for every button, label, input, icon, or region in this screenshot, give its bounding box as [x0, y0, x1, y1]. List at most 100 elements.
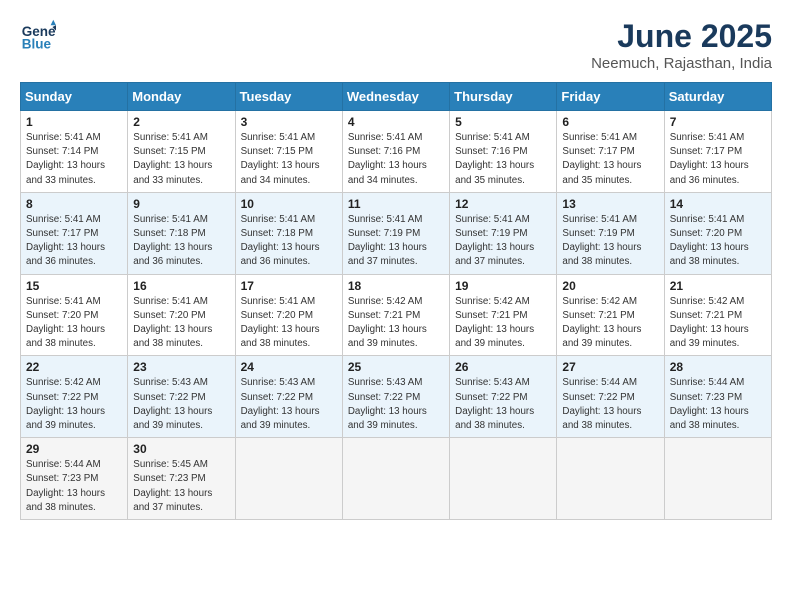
subtitle: Neemuch, Rajasthan, India: [591, 55, 772, 72]
day-number: 11: [348, 197, 444, 211]
calendar-cell: 19 Sunrise: 5:42 AM Sunset: 7:21 PM Dayli…: [450, 274, 557, 356]
day-number: 25: [348, 360, 444, 374]
day-number: 24: [241, 360, 337, 374]
calendar-cell: 21Sunrise: 5:42 AM Sunset: 7:21 PM Dayli…: [664, 274, 771, 356]
logo: General Blue: [20, 18, 56, 54]
day-number: 27: [562, 360, 658, 374]
calendar-cell: [235, 438, 342, 520]
day-info: Sunrise: 5:41 AM Sunset: 7:14 PM Dayligh…: [26, 131, 122, 188]
calendar-week-5: 29 Sunrise: 5:44 AM Sunset: 7:23 PM Dayli…: [21, 438, 772, 520]
day-info: Sunrise: 5:41 AM Sunset: 7:17 PM Dayligh…: [670, 131, 766, 188]
day-number: 4: [348, 115, 444, 129]
day-number: 9: [133, 197, 229, 211]
day-info: Sunrise: 5:41 AM Sunset: 7:15 PM Dayligh…: [241, 131, 337, 188]
calendar-cell: 27 Sunrise: 5:44 AM Sunset: 7:22 PM Dayli…: [557, 356, 664, 438]
day-number: 1: [26, 115, 122, 129]
day-info: Sunrise: 5:41 AM Sunset: 7:17 PM Dayligh…: [26, 213, 122, 270]
day-number: 28: [670, 360, 766, 374]
calendar-cell: 29 Sunrise: 5:44 AM Sunset: 7:23 PM Dayli…: [21, 438, 128, 520]
day-number: 17: [241, 279, 337, 293]
calendar-cell: 30 Sunrise: 5:45 AM Sunset: 7:23 PM Dayli…: [128, 438, 235, 520]
day-number: 13: [562, 197, 658, 211]
calendar-cell: 16 Sunrise: 5:41 AM Sunset: 7:20 PM Dayli…: [128, 274, 235, 356]
day-info: Sunrise: 5:42 AM Sunset: 7:22 PM Dayligh…: [26, 376, 122, 433]
day-info: Sunrise: 5:41 AM Sunset: 7:20 PM Dayligh…: [26, 295, 122, 352]
day-number: 8: [26, 197, 122, 211]
calendar-cell: 11 Sunrise: 5:41 AM Sunset: 7:19 PM Dayli…: [342, 192, 449, 274]
header: General Blue June 2025 Neemuch, Rajastha…: [20, 18, 772, 72]
calendar-cell: 1 Sunrise: 5:41 AM Sunset: 7:14 PM Daylig…: [21, 111, 128, 193]
weekday-header-tuesday: Tuesday: [235, 83, 342, 111]
day-info: Sunrise: 5:41 AM Sunset: 7:17 PM Dayligh…: [562, 131, 658, 188]
calendar-cell: 17 Sunrise: 5:41 AM Sunset: 7:20 PM Dayli…: [235, 274, 342, 356]
calendar-cell: 10 Sunrise: 5:41 AM Sunset: 7:18 PM Dayli…: [235, 192, 342, 274]
calendar-cell: 25Sunrise: 5:43 AM Sunset: 7:22 PM Dayli…: [342, 356, 449, 438]
day-info: Sunrise: 5:44 AM Sunset: 7:23 PM Dayligh…: [26, 458, 122, 515]
day-number: 5: [455, 115, 551, 129]
calendar-cell: 28 Sunrise: 5:44 AM Sunset: 7:23 PM Dayli…: [664, 356, 771, 438]
calendar-header: SundayMondayTuesdayWednesdayThursdayFrid…: [21, 83, 772, 111]
day-info: Sunrise: 5:41 AM Sunset: 7:18 PM Dayligh…: [133, 213, 229, 270]
calendar-cell: 8 Sunrise: 5:41 AM Sunset: 7:17 PM Daylig…: [21, 192, 128, 274]
calendar-cell: 4 Sunrise: 5:41 AM Sunset: 7:16 PM Daylig…: [342, 111, 449, 193]
day-info: Sunrise: 5:43 AM Sunset: 7:22 PM Dayligh…: [133, 376, 229, 433]
weekday-header-monday: Monday: [128, 83, 235, 111]
day-info: Sunrise: 5:42 AM Sunset: 7:21 PM Dayligh…: [455, 295, 551, 352]
day-info: Sunrise: 5:41 AM Sunset: 7:19 PM Dayligh…: [455, 213, 551, 270]
calendar-cell: 14Sunrise: 5:41 AM Sunset: 7:20 PM Dayli…: [664, 192, 771, 274]
calendar-week-2: 8 Sunrise: 5:41 AM Sunset: 7:17 PM Daylig…: [21, 192, 772, 274]
title-block: June 2025 Neemuch, Rajasthan, India: [591, 18, 772, 72]
day-number: 2: [133, 115, 229, 129]
calendar-week-3: 15Sunrise: 5:41 AM Sunset: 7:20 PM Dayli…: [21, 274, 772, 356]
weekday-header-wednesday: Wednesday: [342, 83, 449, 111]
day-info: Sunrise: 5:44 AM Sunset: 7:22 PM Dayligh…: [562, 376, 658, 433]
weekday-header-friday: Friday: [557, 83, 664, 111]
calendar-cell: 18Sunrise: 5:42 AM Sunset: 7:21 PM Dayli…: [342, 274, 449, 356]
calendar-cell: [450, 438, 557, 520]
day-number: 14: [670, 197, 766, 211]
day-info: Sunrise: 5:41 AM Sunset: 7:18 PM Dayligh…: [241, 213, 337, 270]
day-info: Sunrise: 5:43 AM Sunset: 7:22 PM Dayligh…: [455, 376, 551, 433]
day-info: Sunrise: 5:41 AM Sunset: 7:15 PM Dayligh…: [133, 131, 229, 188]
day-number: 3: [241, 115, 337, 129]
day-number: 26: [455, 360, 551, 374]
calendar-cell: 9 Sunrise: 5:41 AM Sunset: 7:18 PM Daylig…: [128, 192, 235, 274]
calendar-cell: 3 Sunrise: 5:41 AM Sunset: 7:15 PM Daylig…: [235, 111, 342, 193]
day-info: Sunrise: 5:41 AM Sunset: 7:20 PM Dayligh…: [241, 295, 337, 352]
calendar-cell: 13 Sunrise: 5:41 AM Sunset: 7:19 PM Dayli…: [557, 192, 664, 274]
weekday-header-saturday: Saturday: [664, 83, 771, 111]
day-number: 29: [26, 442, 122, 456]
weekday-header-sunday: Sunday: [21, 83, 128, 111]
day-info: Sunrise: 5:41 AM Sunset: 7:16 PM Dayligh…: [455, 131, 551, 188]
calendar-cell: 23 Sunrise: 5:43 AM Sunset: 7:22 PM Dayli…: [128, 356, 235, 438]
calendar-cell: 2 Sunrise: 5:41 AM Sunset: 7:15 PM Daylig…: [128, 111, 235, 193]
day-number: 7: [670, 115, 766, 129]
day-info: Sunrise: 5:41 AM Sunset: 7:19 PM Dayligh…: [348, 213, 444, 270]
day-number: 22: [26, 360, 122, 374]
day-info: Sunrise: 5:41 AM Sunset: 7:19 PM Dayligh…: [562, 213, 658, 270]
calendar-week-1: 1 Sunrise: 5:41 AM Sunset: 7:14 PM Daylig…: [21, 111, 772, 193]
day-info: Sunrise: 5:41 AM Sunset: 7:16 PM Dayligh…: [348, 131, 444, 188]
day-info: Sunrise: 5:42 AM Sunset: 7:21 PM Dayligh…: [670, 295, 766, 352]
calendar-cell: 6Sunrise: 5:41 AM Sunset: 7:17 PM Daylig…: [557, 111, 664, 193]
calendar-cell: 26 Sunrise: 5:43 AM Sunset: 7:22 PM Dayli…: [450, 356, 557, 438]
day-info: Sunrise: 5:42 AM Sunset: 7:21 PM Dayligh…: [562, 295, 658, 352]
day-info: Sunrise: 5:41 AM Sunset: 7:20 PM Dayligh…: [133, 295, 229, 352]
day-number: 19: [455, 279, 551, 293]
calendar-table: SundayMondayTuesdayWednesdayThursdayFrid…: [20, 82, 772, 520]
calendar-cell: 22 Sunrise: 5:42 AM Sunset: 7:22 PM Dayli…: [21, 356, 128, 438]
calendar-cell: [664, 438, 771, 520]
day-number: 30: [133, 442, 229, 456]
calendar-cell: 7 Sunrise: 5:41 AM Sunset: 7:17 PM Daylig…: [664, 111, 771, 193]
calendar-cell: [557, 438, 664, 520]
calendar-cell: 5 Sunrise: 5:41 AM Sunset: 7:16 PM Daylig…: [450, 111, 557, 193]
day-info: Sunrise: 5:44 AM Sunset: 7:23 PM Dayligh…: [670, 376, 766, 433]
day-number: 23: [133, 360, 229, 374]
day-number: 18: [348, 279, 444, 293]
svg-text:Blue: Blue: [22, 37, 52, 52]
day-number: 20: [562, 279, 658, 293]
day-number: 16: [133, 279, 229, 293]
day-number: 10: [241, 197, 337, 211]
day-number: 12: [455, 197, 551, 211]
day-info: Sunrise: 5:45 AM Sunset: 7:23 PM Dayligh…: [133, 458, 229, 515]
